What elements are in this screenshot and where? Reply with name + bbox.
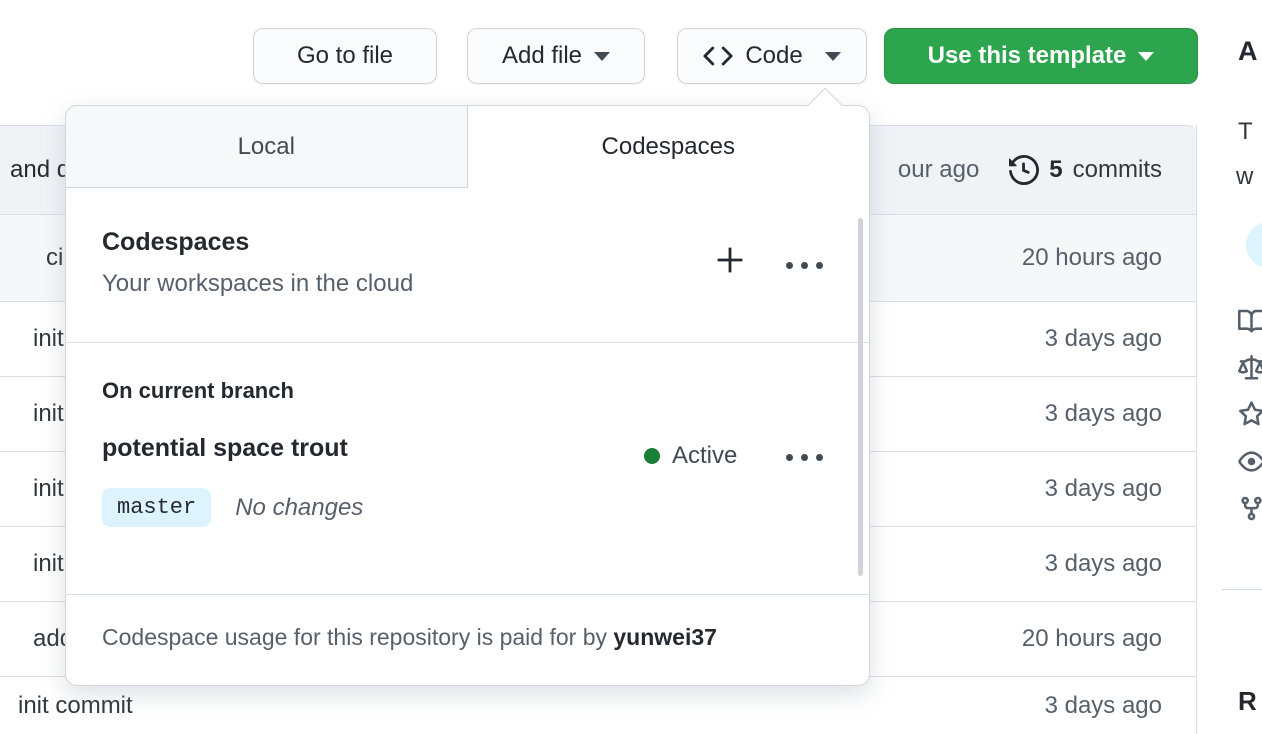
changes-status: No changes: [235, 493, 364, 521]
code-button[interactable]: Code: [677, 28, 867, 84]
codespace-kebab-menu[interactable]: [786, 454, 823, 461]
star-icon[interactable]: [1238, 401, 1262, 428]
tab-local[interactable]: Local: [66, 106, 468, 188]
footer-owner: yunwei37: [613, 624, 717, 650]
tab-codespaces-label: Codespaces: [601, 133, 735, 160]
commits-link[interactable]: 5 commits: [1009, 155, 1162, 185]
dropdown-divider: [66, 594, 869, 595]
go-to-file-button[interactable]: Go to file: [253, 28, 437, 84]
commit-time: 20 hours ago: [1021, 244, 1162, 271]
repo-description-fragment-line2: w: [1236, 163, 1254, 190]
commits-label: commits: [1072, 156, 1162, 183]
sidebar-divider: [1222, 589, 1262, 590]
dropdown-divider: [66, 342, 869, 343]
commit-message[interactable]: init commit: [18, 692, 133, 720]
active-status-label: Active: [672, 442, 738, 469]
go-to-file-label: Go to file: [296, 42, 394, 69]
watch-eye-icon[interactable]: [1238, 448, 1262, 475]
code-label: Code: [745, 42, 803, 69]
code-dropdown: Local Codespaces Codespaces Your workspa…: [65, 105, 870, 686]
footer-text: Codespace usage for this repository is p…: [102, 624, 614, 650]
add-file-label: Add file: [501, 42, 583, 69]
codespaces-title: Codespaces: [102, 228, 250, 256]
readme-icon[interactable]: [1238, 308, 1262, 335]
add-file-button[interactable]: Add file: [467, 28, 645, 84]
on-current-branch-heading: On current branch: [102, 378, 294, 403]
chevron-down-icon: [1138, 51, 1155, 61]
tab-codespaces[interactable]: Codespaces: [467, 106, 869, 188]
fork-icon[interactable]: [1238, 495, 1262, 522]
commit-time: 3 days ago: [1044, 691, 1162, 719]
tab-local-label: Local: [237, 132, 295, 160]
use-this-template-label: Use this template: [927, 42, 1127, 69]
codespace-usage-footer: Codespace usage for this repository is p…: [102, 624, 717, 651]
chevron-down-icon: [824, 51, 841, 61]
latest-commit-time-fragment: our ago: [897, 156, 980, 183]
code-dropdown-tabbar: Local Codespaces: [66, 106, 869, 188]
latest-commit-message-fragment[interactable]: and d: [10, 156, 70, 184]
branch-badge[interactable]: master: [102, 488, 212, 527]
license-icon[interactable]: [1238, 355, 1262, 382]
history-icon: [1009, 155, 1040, 185]
use-this-template-button[interactable]: Use this template: [884, 28, 1198, 84]
codespace-name[interactable]: potential space trout: [102, 434, 348, 463]
commit-time: 3 days ago: [1044, 400, 1162, 427]
active-status-dot: [644, 448, 660, 464]
codespace-status: Active: [644, 442, 737, 470]
codespaces-subtitle: Your workspaces in the cloud: [102, 270, 414, 297]
dropdown-scrollbar[interactable]: [858, 218, 863, 576]
codespaces-kebab-menu[interactable]: [786, 262, 823, 269]
commit-time: 3 days ago: [1044, 325, 1162, 352]
repo-description-fragment-line1: T: [1238, 118, 1253, 145]
releases-heading-fragment: R: [1238, 686, 1257, 716]
commit-time: 3 days ago: [1044, 550, 1162, 577]
commits-count: 5: [1049, 156, 1063, 183]
chevron-down-icon: [594, 51, 611, 61]
code-icon: [703, 41, 733, 71]
about-heading-fragment: A: [1238, 36, 1258, 66]
commit-time: 3 days ago: [1044, 475, 1162, 502]
topic-tag[interactable]: [1246, 222, 1262, 268]
commit-time: 20 hours ago: [1021, 625, 1162, 652]
new-codespace-plus-button[interactable]: [712, 242, 748, 278]
codespace-branch-row: master No changes: [102, 488, 363, 527]
